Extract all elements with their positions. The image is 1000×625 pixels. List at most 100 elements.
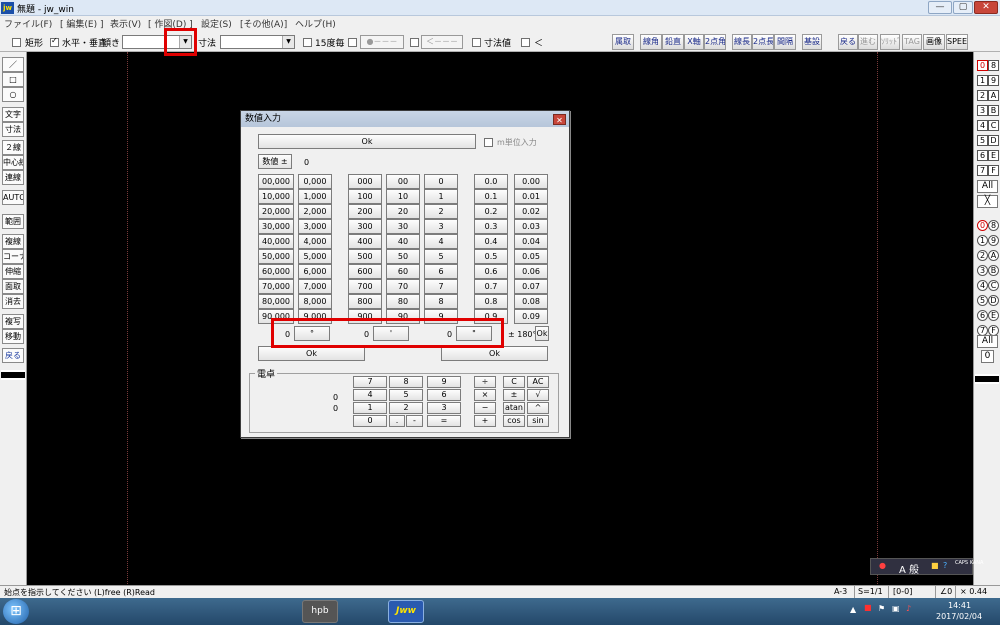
internet-explorer-icon[interactable]	[86, 600, 122, 623]
tool-connect[interactable]: 連線	[2, 170, 24, 185]
dimval-checkbox[interactable]	[472, 38, 481, 47]
layergroup-9[interactable]: 9	[988, 75, 999, 86]
layergroup-e[interactable]: E	[988, 150, 999, 161]
status-group[interactable]: [0-0]	[893, 587, 912, 596]
num-button[interactable]: 0.7	[474, 279, 508, 294]
calc-key[interactable]: sin	[527, 415, 549, 427]
num-button[interactable]: 0.5	[474, 249, 508, 264]
volume-icon[interactable]: ♪	[906, 604, 911, 613]
num-button[interactable]: 20	[386, 204, 420, 219]
jww-icon[interactable]: Jww	[388, 600, 424, 623]
num-button[interactable]: 300	[348, 219, 382, 234]
tb-image-button[interactable]: 画像	[923, 34, 945, 50]
layer-9[interactable]: 9	[988, 235, 999, 246]
tb-forward-button[interactable]: 進む	[858, 34, 878, 50]
layergroup-2[interactable]: 2	[977, 90, 988, 101]
num-button[interactable]: 5,000	[298, 249, 332, 264]
menu-file[interactable]: ファイル(F)	[4, 17, 52, 30]
media-player-icon[interactable]	[42, 600, 78, 623]
layergroup-cross-button[interactable]: ╳	[977, 195, 998, 208]
num-button[interactable]: 80,000	[258, 294, 294, 309]
num-button[interactable]: 0.2	[474, 204, 508, 219]
tool-rect[interactable]: □	[2, 72, 24, 87]
num-button[interactable]: 3	[424, 219, 458, 234]
num-button[interactable]: 0	[424, 174, 458, 189]
calc-key[interactable]: 5	[389, 389, 423, 401]
deg15-checkbox[interactable]	[303, 38, 312, 47]
num-button[interactable]: 2	[424, 204, 458, 219]
tb-linelen-button[interactable]: 線長	[732, 34, 752, 50]
calc-key[interactable]: atan	[503, 402, 525, 414]
tb-back-button[interactable]: 戻る	[838, 34, 858, 50]
dialog-close-button[interactable]: ✕	[553, 114, 566, 125]
tool-text[interactable]: 文字	[2, 107, 24, 122]
flag-icon[interactable]: ⚑	[878, 604, 885, 613]
app-icon-8[interactable]	[344, 600, 380, 623]
tool-stretch[interactable]: 伸縮	[2, 264, 24, 279]
num-button[interactable]: 8	[424, 294, 458, 309]
calc-key[interactable]: −	[474, 402, 496, 414]
layer-0[interactable]: 0	[977, 220, 988, 231]
app-icon-5[interactable]	[216, 600, 252, 623]
tb-vertical-button[interactable]: 鉛直	[662, 34, 684, 50]
calc-key[interactable]: √	[527, 389, 549, 401]
sign-toggle-button[interactable]: 数値 ±	[258, 154, 292, 169]
num-button[interactable]: 40	[386, 234, 420, 249]
layer-5[interactable]: 5	[977, 295, 988, 306]
menu-edit[interactable]: [ 編集(E) ]	[60, 17, 103, 30]
hv-checkbox[interactable]	[50, 36, 59, 47]
status-ratio[interactable]: × 0.44	[960, 587, 987, 596]
tool-move[interactable]: 移動	[2, 329, 24, 344]
tool-icon[interactable]: ■	[931, 561, 939, 570]
tool-dimension[interactable]: 寸法	[2, 122, 24, 137]
status-layer[interactable]: A-3	[834, 587, 847, 596]
calc-key[interactable]: 4	[353, 389, 387, 401]
calc-key[interactable]: 0	[353, 415, 387, 427]
layergroup-7[interactable]: 7	[977, 165, 988, 176]
menu-settings[interactable]: 設定(S)	[201, 17, 232, 30]
num-button[interactable]: 10,000	[258, 189, 294, 204]
layer-4[interactable]: 4	[977, 280, 988, 291]
num-button[interactable]: 30,000	[258, 219, 294, 234]
num-button[interactable]: 20,000	[258, 204, 294, 219]
m-unit-checkbox[interactable]	[484, 138, 493, 147]
status-scale[interactable]: S=1/1	[858, 587, 883, 596]
num-button[interactable]: 60,000	[258, 264, 294, 279]
num-button[interactable]: 0.08	[514, 294, 548, 309]
num-button[interactable]: 0,000	[298, 174, 332, 189]
calc-key[interactable]: cos	[503, 415, 525, 427]
calc-key[interactable]: 2	[389, 402, 423, 414]
num-button[interactable]: 70,000	[258, 279, 294, 294]
num-button[interactable]: 800	[348, 294, 382, 309]
calc-key[interactable]: -	[406, 415, 423, 427]
status-angle[interactable]: ∠0	[940, 587, 952, 596]
layer-a[interactable]: A	[988, 250, 999, 261]
num-button[interactable]: 00	[386, 174, 420, 189]
rect-checkbox[interactable]	[12, 38, 21, 47]
layer-b[interactable]: B	[988, 265, 999, 276]
chrome-icon[interactable]	[172, 600, 208, 623]
calc-key[interactable]: 3	[427, 402, 461, 414]
num-button[interactable]: 5	[424, 249, 458, 264]
num-button[interactable]: 0.03	[514, 219, 548, 234]
tb-tag-button[interactable]: TAG	[902, 34, 922, 50]
num-button[interactable]: 0.01	[514, 189, 548, 204]
calc-key[interactable]: AC	[527, 376, 549, 388]
layergroup-3[interactable]: 3	[977, 105, 988, 116]
tb-solid-button[interactable]: ｿﾘｯﾄﾞ	[880, 34, 900, 50]
calc-key[interactable]: .	[389, 415, 405, 427]
tray-app-icon[interactable]: ■	[864, 603, 872, 612]
layer-2[interactable]: 2	[977, 250, 988, 261]
tool-erase[interactable]: 消去	[2, 294, 24, 309]
num-button[interactable]: 000	[348, 174, 382, 189]
num-button[interactable]: 0.07	[514, 279, 548, 294]
maximize-button[interactable]: ▢	[953, 1, 973, 14]
num-button[interactable]: 00,000	[258, 174, 294, 189]
hpb-icon[interactable]: hpb	[302, 600, 338, 623]
tb-interval-button[interactable]: 間隔	[774, 34, 796, 50]
layer-c[interactable]: C	[988, 280, 999, 291]
layergroup-5[interactable]: 5	[977, 135, 988, 146]
layergroup-1[interactable]: 1	[977, 75, 988, 86]
layer-style-indicator[interactable]	[975, 374, 999, 384]
start-button[interactable]: ⊞	[3, 599, 29, 624]
